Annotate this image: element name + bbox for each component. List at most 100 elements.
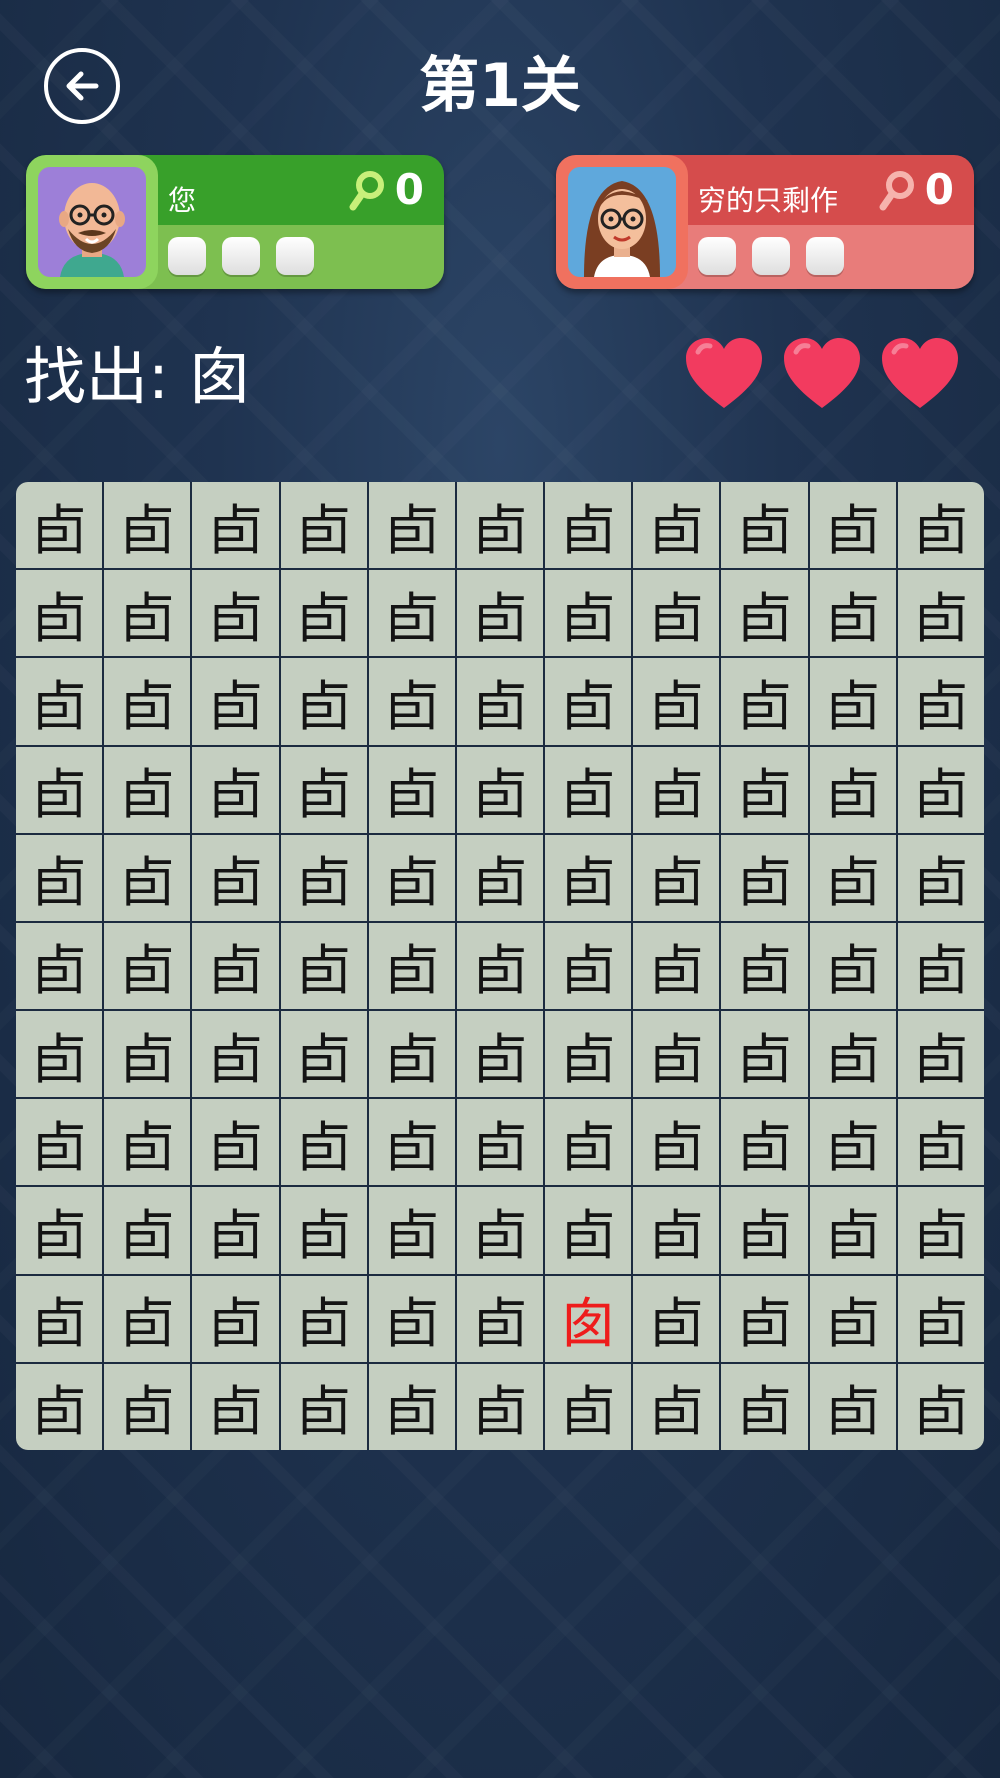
grid-cell[interactable]: 卣	[280, 746, 367, 833]
grid-cell[interactable]: 卣	[721, 922, 808, 1010]
grid-cell[interactable]: 卣	[192, 1363, 279, 1450]
grid-cell[interactable]: 卣	[280, 1363, 367, 1450]
grid-cell[interactable]: 卣	[545, 1187, 632, 1274]
grid-cell[interactable]: 卣	[192, 1275, 279, 1362]
grid-cell[interactable]: 卣	[16, 1099, 103, 1186]
grid-cell[interactable]: 卣	[280, 570, 367, 657]
grid-cell[interactable]: 卣	[16, 658, 103, 745]
grid-cell[interactable]: 卣	[456, 1275, 544, 1362]
grid-cell[interactable]: 卣	[545, 922, 632, 1010]
grid-cell[interactable]: 卣	[809, 1275, 896, 1362]
grid-cell[interactable]: 卣	[192, 834, 279, 921]
grid-cell[interactable]: 卣	[192, 658, 279, 745]
grid-cell[interactable]: 卣	[16, 1187, 103, 1274]
grid-cell[interactable]: 卣	[633, 746, 720, 833]
grid-cell[interactable]: 卣	[280, 922, 367, 1010]
grid-cell[interactable]: 卣	[16, 834, 103, 921]
grid-cell[interactable]: 卣	[104, 746, 191, 833]
grid-cell[interactable]: 卣	[809, 1099, 896, 1186]
grid-cell[interactable]: 卣	[633, 1187, 720, 1274]
grid-cell[interactable]: 卣	[633, 1363, 720, 1450]
grid-cell[interactable]: 卣	[104, 482, 191, 569]
grid-cell[interactable]: 卣	[545, 658, 632, 745]
grid-cell[interactable]: 卣	[280, 1187, 367, 1274]
grid-cell[interactable]: 卣	[16, 570, 103, 657]
grid-cell[interactable]: 卣	[633, 1099, 720, 1186]
grid-cell[interactable]: 卣	[545, 834, 632, 921]
grid-cell[interactable]: 卣	[456, 1187, 544, 1274]
grid-cell[interactable]: 卣	[456, 658, 544, 745]
grid-cell[interactable]: 卣	[897, 1011, 984, 1098]
grid-cell[interactable]: 卣	[192, 1011, 279, 1098]
grid-cell[interactable]: 卣	[368, 1011, 455, 1098]
grid-cell[interactable]: 卣	[280, 834, 367, 921]
grid-cell[interactable]: 卣	[280, 658, 367, 745]
grid-cell[interactable]: 卣	[897, 746, 984, 833]
grid-cell[interactable]: 卣	[721, 482, 808, 569]
grid-cell[interactable]: 卣	[633, 1275, 720, 1362]
grid-cell[interactable]: 卣	[456, 746, 544, 833]
grid-cell[interactable]: 卣	[456, 1011, 544, 1098]
grid-cell[interactable]: 卣	[633, 922, 720, 1010]
grid-cell[interactable]: 卣	[633, 1011, 720, 1098]
grid-cell[interactable]: 卣	[456, 1363, 544, 1450]
grid-cell[interactable]: 卣	[545, 1011, 632, 1098]
grid-cell[interactable]: 卣	[368, 746, 455, 833]
grid-cell[interactable]: 卣	[368, 1275, 455, 1362]
grid-cell[interactable]: 卣	[721, 746, 808, 833]
grid-cell[interactable]: 卣	[897, 570, 984, 657]
grid-cell[interactable]: 卣	[456, 922, 544, 1010]
grid-cell[interactable]: 卣	[721, 1363, 808, 1450]
grid-cell[interactable]: 卣	[16, 746, 103, 833]
grid-cell[interactable]: 卣	[456, 834, 544, 921]
grid-cell[interactable]: 卣	[368, 1187, 455, 1274]
grid-cell[interactable]: 卣	[104, 1275, 191, 1362]
grid-cell[interactable]: 卣	[897, 482, 984, 569]
grid-cell[interactable]: 卣	[456, 482, 544, 569]
grid-cell[interactable]: 卣	[809, 658, 896, 745]
grid-cell[interactable]: 卣	[721, 834, 808, 921]
grid-cell[interactable]: 卣	[16, 482, 103, 569]
grid-cell[interactable]: 卣	[456, 1099, 544, 1186]
grid-cell[interactable]: 卣	[368, 922, 455, 1010]
grid-cell[interactable]: 卣	[545, 1363, 632, 1450]
grid-cell[interactable]: 卣	[192, 1187, 279, 1274]
grid-cell[interactable]: 卣	[368, 1363, 455, 1450]
grid-cell[interactable]: 卣	[545, 570, 632, 657]
grid-cell[interactable]: 卣	[721, 1187, 808, 1274]
grid-cell[interactable]: 卣	[897, 922, 984, 1010]
grid-cell[interactable]: 卣	[633, 834, 720, 921]
grid-cell[interactable]: 卣	[809, 1187, 896, 1274]
grid-cell[interactable]: 卣	[280, 1011, 367, 1098]
grid-cell[interactable]: 卣	[721, 1099, 808, 1186]
grid-cell[interactable]: 卣	[192, 1099, 279, 1186]
grid-cell[interactable]: 卣	[809, 746, 896, 833]
grid-cell[interactable]: 卣	[368, 658, 455, 745]
grid-cell[interactable]: 卣	[104, 834, 191, 921]
grid-cell[interactable]: 卣	[809, 922, 896, 1010]
grid-cell[interactable]: 卣	[809, 482, 896, 569]
grid-cell[interactable]: 卣	[16, 922, 103, 1010]
grid-cell[interactable]: 卣	[280, 1275, 367, 1362]
grid-cell[interactable]: 卣	[368, 482, 455, 569]
grid-cell[interactable]: 卣	[897, 1363, 984, 1450]
grid-cell[interactable]: 卣	[633, 482, 720, 569]
grid-cell[interactable]: 卣	[633, 658, 720, 745]
grid-cell[interactable]: 卣	[280, 1099, 367, 1186]
grid-cell[interactable]: 卣	[545, 1099, 632, 1186]
grid-cell[interactable]: 卣	[545, 746, 632, 833]
grid-cell[interactable]: 卣	[809, 570, 896, 657]
grid-cell[interactable]: 卣	[897, 1099, 984, 1186]
grid-cell[interactable]: 卣	[809, 1011, 896, 1098]
grid-cell[interactable]: 卣	[545, 482, 632, 569]
grid-cell[interactable]: 卣	[192, 482, 279, 569]
grid-cell[interactable]: 卣	[897, 1275, 984, 1362]
grid-cell[interactable]: 卣	[721, 658, 808, 745]
grid-cell[interactable]: 卣	[280, 482, 367, 569]
grid-cell[interactable]: 卣	[104, 1187, 191, 1274]
grid-cell-target[interactable]: 囱	[545, 1275, 632, 1362]
grid-cell[interactable]: 卣	[104, 1363, 191, 1450]
grid-cell[interactable]: 卣	[721, 1275, 808, 1362]
grid-cell[interactable]: 卣	[16, 1275, 103, 1362]
grid-cell[interactable]: 卣	[368, 570, 455, 657]
